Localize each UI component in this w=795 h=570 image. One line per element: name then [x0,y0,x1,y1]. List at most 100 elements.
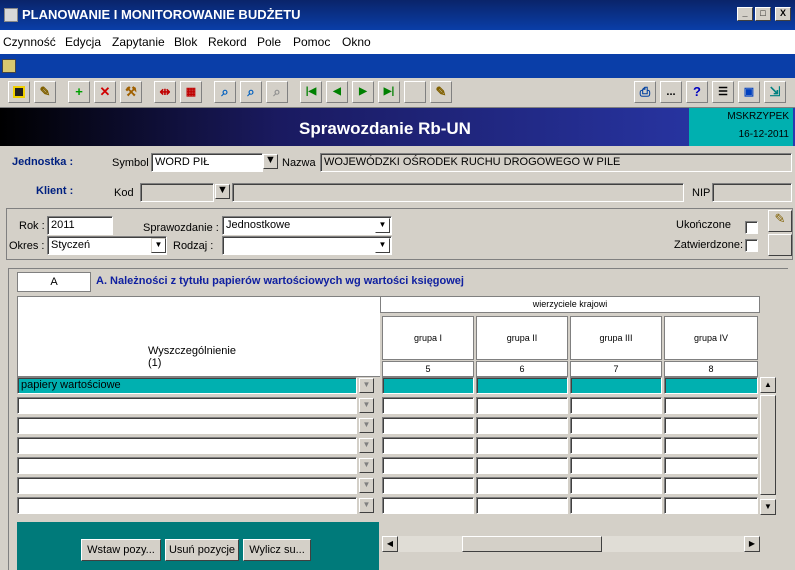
approve-icon[interactable]: ✎ [768,210,792,232]
row-description-field[interactable] [17,477,357,494]
row-description-field[interactable]: papiery wartościowe [17,377,357,394]
value-cell[interactable] [476,457,568,474]
ukonczone-checkbox[interactable] [745,221,758,234]
last-record-icon[interactable]: ▶| [378,81,400,103]
value-cell[interactable] [382,457,474,474]
symbol-field[interactable]: WORD PIŁ [151,153,263,172]
value-cell[interactable] [570,417,662,434]
clear-icon[interactable]: ⌕ [266,81,288,103]
sprawozdanie-select[interactable]: Jednostkowe [222,216,392,235]
menu-pomoc[interactable]: Pomoc [293,35,330,49]
kod-field[interactable] [140,183,214,202]
value-cell[interactable] [570,397,662,414]
row-description-field[interactable] [17,417,357,434]
scroll-down-icon[interactable]: ▼ [760,499,776,515]
value-cell[interactable] [476,377,568,394]
value-cell[interactable] [476,497,568,514]
save-icon[interactable] [8,81,30,103]
scroll-left-icon[interactable]: ◀ [382,536,398,552]
window-icon[interactable]: ▣ [738,81,760,103]
kod-lov-icon[interactable]: ▼ [215,184,230,199]
extra-button[interactable] [768,234,792,256]
minimize-button[interactable]: _ [737,7,753,21]
value-cell[interactable] [664,377,758,394]
menu-okno[interactable]: Okno [342,35,371,49]
value-cell[interactable] [382,497,474,514]
value-cell[interactable] [570,457,662,474]
value-cell[interactable] [476,417,568,434]
value-cell[interactable] [664,477,758,494]
maximize-button[interactable]: □ [755,7,771,21]
value-cell[interactable] [570,437,662,454]
value-cell[interactable] [664,397,758,414]
more-icon[interactable]: ... [660,81,682,103]
value-cell[interactable] [382,477,474,494]
remove-row-button[interactable]: Usuń pozycje [165,539,239,561]
okres-dropdown-icon[interactable]: ▼ [151,238,166,253]
tab-a[interactable]: A [17,272,91,292]
row-description-field[interactable] [17,437,357,454]
print-icon[interactable]: ⎙ [634,81,656,103]
value-cell[interactable] [664,417,758,434]
vertical-scrollbar[interactable]: ▲ ▼ [760,377,776,515]
next-record-icon[interactable]: ▶ [352,81,374,103]
query-icon[interactable]: ⌕ [240,81,262,103]
value-cell[interactable] [476,477,568,494]
help-icon[interactable]: ? [686,81,708,103]
value-cell[interactable] [570,377,662,394]
note-icon[interactable]: ✎ [430,81,452,103]
menu-rekord[interactable]: Rekord [208,35,247,49]
row-lov-icon[interactable]: ▼ [359,438,374,453]
value-cell[interactable] [382,397,474,414]
scroll-thumb[interactable] [760,395,776,495]
menu-blok[interactable]: Blok [174,35,197,49]
blank-icon[interactable] [404,81,426,103]
form-icon[interactable] [2,59,16,73]
menu-zapytanie[interactable]: Zapytanie [112,35,165,49]
row-description-field[interactable] [17,497,357,514]
okres-select[interactable]: Styczeń [47,236,167,255]
edit-icon[interactable]: ✎ [34,81,56,103]
menu-czynnosc[interactable]: Czynność [3,35,56,49]
rodzaj-select[interactable] [222,236,392,255]
value-cell[interactable] [570,497,662,514]
value-cell[interactable] [382,417,474,434]
value-cell[interactable] [476,397,568,414]
value-cell[interactable] [664,437,758,454]
close-button[interactable]: X [775,7,791,21]
symbol-lov-icon[interactable]: ▼ [263,154,278,169]
exit-icon[interactable]: ⇲ [764,81,786,103]
row-lov-icon[interactable]: ▼ [359,498,374,513]
first-record-icon[interactable]: |◀ [300,81,322,103]
hscroll-thumb[interactable] [462,536,602,552]
rodzaj-dropdown-icon[interactable]: ▼ [375,238,390,253]
rok-field[interactable]: 2011 [47,216,113,235]
row-lov-icon[interactable]: ▼ [359,378,374,393]
row-lov-icon[interactable]: ▼ [359,418,374,433]
value-cell[interactable] [664,497,758,514]
tools-icon[interactable]: ⚒ [120,81,142,103]
grid-icon[interactable]: ▦ [180,81,202,103]
zatwierdzone-checkbox[interactable] [745,239,758,252]
search-icon[interactable]: ⌕ [214,81,236,103]
delete-icon[interactable]: ✕ [94,81,116,103]
menu-edycja[interactable]: Edycja [65,35,101,49]
value-cell[interactable] [382,437,474,454]
row-description-field[interactable] [17,397,357,414]
scroll-right-icon[interactable]: ▶ [744,536,760,552]
row-description-field[interactable] [17,457,357,474]
sprawozdanie-dropdown-icon[interactable]: ▼ [375,218,390,233]
scroll-up-icon[interactable]: ▲ [760,377,776,393]
value-cell[interactable] [382,377,474,394]
row-lov-icon[interactable]: ▼ [359,478,374,493]
menu-pole[interactable]: Pole [257,35,281,49]
split-icon[interactable]: ⇹ [154,81,176,103]
add-icon[interactable]: + [68,81,90,103]
window-title-bar[interactable]: PLANOWANIE I MONITOROWANIE BUDŻETU _ □ X [0,0,795,30]
value-cell[interactable] [570,477,662,494]
prev-record-icon[interactable]: ◀ [326,81,348,103]
value-cell[interactable] [476,437,568,454]
row-lov-icon[interactable]: ▼ [359,458,374,473]
horizontal-scrollbar[interactable]: ◀ ▶ [382,536,760,552]
insert-row-button[interactable]: Wstaw pozy... [81,539,161,561]
